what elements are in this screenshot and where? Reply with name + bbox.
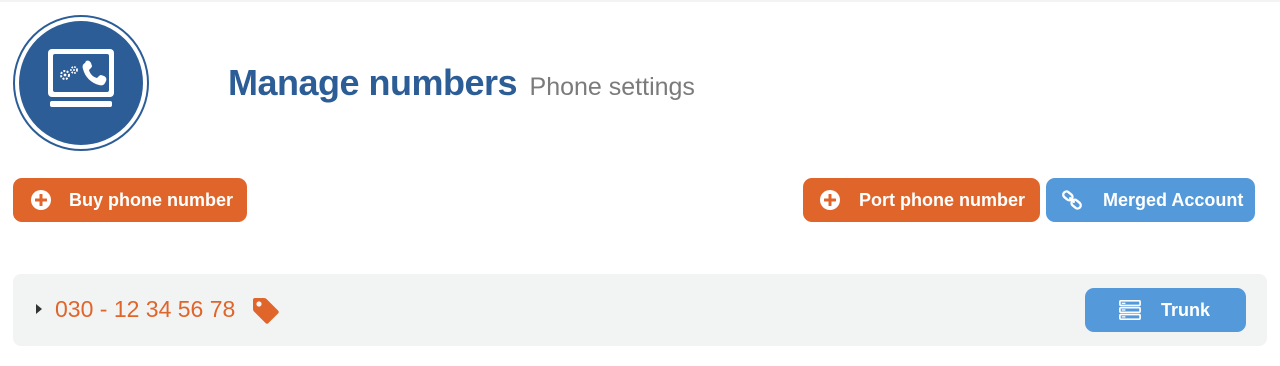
merged-account-button[interactable]: Merged Account bbox=[1046, 178, 1255, 222]
page-heading: Manage numbers Phone settings bbox=[228, 62, 695, 104]
computer-phone-settings-icon bbox=[13, 15, 149, 151]
buy-phone-number-button[interactable]: Buy phone number bbox=[13, 178, 247, 222]
merged-account-label: Merged Account bbox=[1103, 189, 1244, 210]
phone-number-link[interactable]: 030 - 12 34 56 78 bbox=[55, 296, 235, 323]
top-divider bbox=[0, 0, 1280, 2]
plus-circle-icon bbox=[30, 189, 52, 211]
page-title: Manage numbers bbox=[228, 62, 518, 103]
trunk-label: Trunk bbox=[1161, 299, 1211, 320]
link-icon bbox=[1061, 189, 1083, 211]
tag-icon[interactable] bbox=[251, 296, 281, 326]
expand-caret-icon[interactable] bbox=[36, 304, 42, 314]
trunk-button[interactable]: Trunk bbox=[1085, 288, 1246, 332]
page-subtitle: Phone settings bbox=[529, 73, 695, 101]
port-phone-number-button[interactable]: Port phone number bbox=[803, 178, 1040, 222]
buy-phone-number-label: Buy phone number bbox=[69, 189, 234, 210]
server-icon bbox=[1119, 299, 1141, 321]
phone-number-row: 030 - 12 34 56 78 Trunk bbox=[13, 274, 1267, 346]
plus-circle-icon bbox=[819, 189, 841, 211]
port-phone-number-label: Port phone number bbox=[859, 189, 1025, 210]
app-logo bbox=[13, 15, 149, 151]
